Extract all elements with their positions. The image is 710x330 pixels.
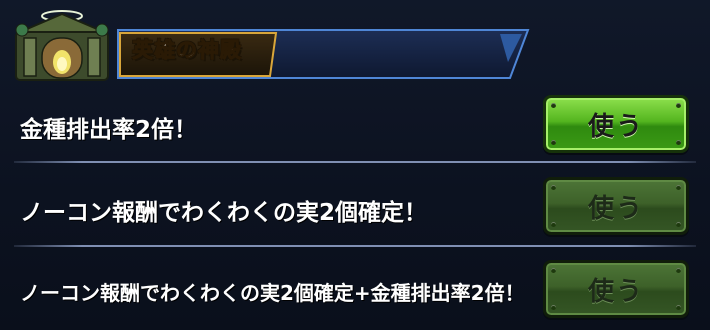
use-button[interactable]: 使う (543, 260, 689, 318)
header: 英雄の神殿 (0, 0, 710, 90)
boost-selection-panel: 英雄の神殿 金種排出率2倍！ 使う ノーコン報酬でわくわくの実2個確定！ 使う … (0, 0, 710, 330)
list-item: ノーコン報酬でわくわくの実2個確定！ 使う (0, 163, 710, 245)
boost-description: 金種排出率2倍！ (20, 117, 198, 143)
boost-description: ノーコン報酬でわくわくの実2個確定！ (20, 200, 428, 226)
use-button-label: 使う (587, 276, 644, 307)
list-item: ノーコン報酬でわくわくの実2個確定+金種排出率2倍！ 使う (0, 247, 710, 330)
temple-icon (15, 10, 109, 81)
use-button-label: 使う (587, 111, 644, 142)
use-button-label: 使う (587, 193, 644, 224)
use-button[interactable]: 使う (543, 95, 689, 153)
boost-description: ノーコン報酬でわくわくの実2個確定+金種排出率2倍！ (20, 281, 525, 305)
list-item: 金種排出率2倍！ 使う (0, 90, 710, 160)
use-button[interactable]: 使う (543, 177, 689, 235)
page-title: 英雄の神殿 (132, 38, 242, 63)
